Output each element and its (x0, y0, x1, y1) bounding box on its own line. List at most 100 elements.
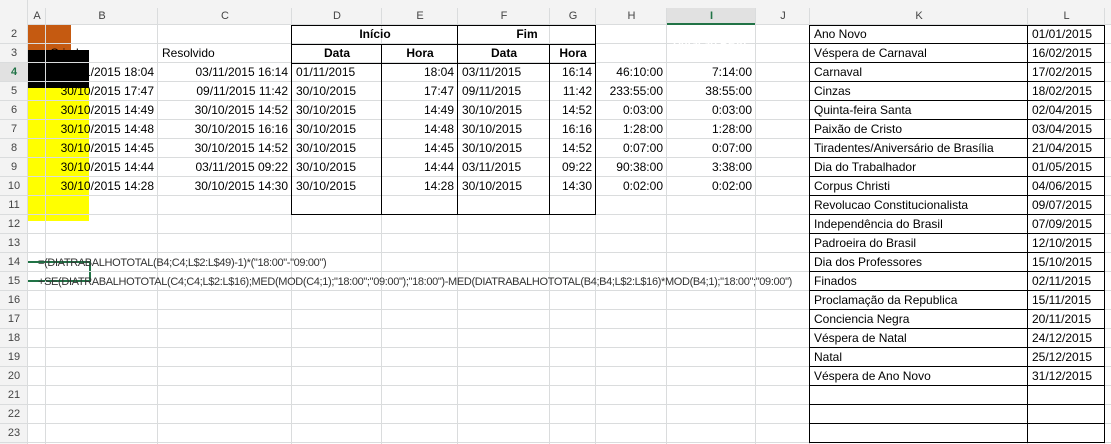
column-header-i[interactable]: I (667, 8, 756, 25)
cell-hora-fim[interactable]: 14:30 (550, 177, 596, 196)
cell-criado[interactable]: 30/10/2015 14:45 (46, 139, 158, 158)
cell-duracao[interactable]: 0:03:00 (596, 101, 667, 120)
holiday-name[interactable]: Dia do Trabalhador (810, 158, 1028, 177)
column-header-a[interactable]: A (28, 8, 46, 25)
cell-hora-fim[interactable]: 11:42 (550, 82, 596, 101)
cell-resolvido[interactable]: 30/10/2015 14:52 (158, 139, 292, 158)
row-header-8[interactable]: 8 (0, 139, 28, 158)
holiday-name[interactable]: Proclamação da Republica (810, 291, 1028, 310)
holiday-date[interactable]: 25/12/2015 (1028, 348, 1105, 367)
column-header-c[interactable]: C (158, 8, 292, 25)
holiday-name[interactable]: Ano Novo (810, 25, 1028, 44)
cell-criado[interactable]: 01/11/2015 18:04 (46, 63, 158, 82)
cell-hora-ini[interactable]: 14:28 (382, 177, 458, 196)
holiday-date[interactable]: 04/06/2015 (1028, 177, 1105, 196)
holiday-date[interactable]: 18/02/2015 (1028, 82, 1105, 101)
cell-hora-ini[interactable]: 14:48 (382, 120, 458, 139)
holiday-name[interactable]: Véspera de Natal (810, 329, 1028, 348)
row-header-4[interactable]: 4 (0, 63, 28, 82)
row-header-7[interactable]: 7 (0, 120, 28, 139)
holiday-date[interactable]: 07/09/2015 (1028, 215, 1105, 234)
cell-data-fim[interactable]: 03/11/2015 (458, 158, 550, 177)
cell-criado[interactable]: 30/10/2015 17:47 (46, 82, 158, 101)
holiday-name[interactable]: Carnaval (810, 63, 1028, 82)
holiday-date[interactable]: 17/02/2015 (1028, 63, 1105, 82)
cell-duracao[interactable]: 0:07:00 (596, 139, 667, 158)
cell-hora-fim[interactable]: 16:14 (550, 63, 596, 82)
cell-data-fim[interactable]: 30/10/2015 (458, 139, 550, 158)
cell-data-fim[interactable]: 03/11/2015 (458, 63, 550, 82)
column-header-h[interactable]: H (596, 8, 667, 25)
cell-criado[interactable]: 30/10/2015 14:28 (46, 177, 158, 196)
cell-real[interactable]: 0:07:00 (667, 139, 756, 158)
holiday-name[interactable]: Finados (810, 272, 1028, 291)
cell-data-fim[interactable]: 30/10/2015 (458, 101, 550, 120)
cell-duracao[interactable]: 1:28:00 (596, 120, 667, 139)
cell-real[interactable]: 38:55:00 (667, 82, 756, 101)
cell-real[interactable]: 0:02:00 (667, 177, 756, 196)
row-header-17[interactable]: 17 (0, 310, 28, 329)
holiday-date[interactable]: 01/01/2015 (1028, 25, 1105, 44)
cell-hora-fim[interactable]: 14:52 (550, 101, 596, 120)
row-header-20[interactable]: 20 (0, 367, 28, 386)
holiday-name[interactable]: Natal (810, 348, 1028, 367)
row-header-21[interactable]: 21 (0, 386, 28, 405)
cell-resolvido[interactable]: 03/11/2015 09:22 (158, 158, 292, 177)
cell-data-ini[interactable]: 01/11/2015 (292, 63, 382, 82)
cell-hora-ini[interactable]: 14:49 (382, 101, 458, 120)
holiday-date[interactable]: 03/04/2015 (1028, 120, 1105, 139)
holiday-name[interactable]: Corpus Christi (810, 177, 1028, 196)
cell-hora-ini[interactable]: 14:45 (382, 139, 458, 158)
row-header-3[interactable]: 3 (0, 44, 28, 63)
cell-real[interactable]: 7:14:00 (667, 63, 756, 82)
row-header-15[interactable]: 15 (0, 272, 28, 291)
holiday-name[interactable]: Padroeira do Brasil (810, 234, 1028, 253)
row-header-5[interactable]: 5 (0, 82, 28, 101)
holiday-name[interactable]: Cinzas (810, 82, 1028, 101)
cell-resolvido[interactable]: 30/10/2015 14:30 (158, 177, 292, 196)
holiday-name[interactable]: Paixão de Cristo (810, 120, 1028, 139)
column-header-b[interactable]: B (46, 8, 158, 25)
holiday-name[interactable]: Véspera de Ano Novo (810, 367, 1028, 386)
row-header-16[interactable]: 16 (0, 291, 28, 310)
row-header-22[interactable]: 22 (0, 405, 28, 424)
column-header-d[interactable]: D (292, 8, 382, 25)
holiday-date[interactable]: 02/04/2015 (1028, 101, 1105, 120)
holiday-date[interactable]: 01/05/2015 (1028, 158, 1105, 177)
holiday-date[interactable]: 16/02/2015 (1028, 44, 1105, 63)
holiday-date[interactable]: 24/12/2015 (1028, 329, 1105, 348)
cell-data-ini[interactable]: 30/10/2015 (292, 82, 382, 101)
cell-hora-fim[interactable]: 14:52 (550, 139, 596, 158)
cell-duracao[interactable]: 0:02:00 (596, 177, 667, 196)
row-header-19[interactable]: 19 (0, 348, 28, 367)
row-header-13[interactable]: 13 (0, 234, 28, 253)
cell-duracao[interactable]: 46:10:00 (596, 63, 667, 82)
cell-duracao[interactable]: 233:55:00 (596, 82, 667, 101)
cell-real[interactable]: 3:38:00 (667, 158, 756, 177)
row-header-6[interactable]: 6 (0, 101, 28, 120)
row-header-23[interactable]: 23 (0, 424, 28, 443)
cell-data-fim[interactable]: 09/11/2015 (458, 82, 550, 101)
row-header-11[interactable]: 11 (0, 196, 28, 215)
holiday-date[interactable]: 31/12/2015 (1028, 367, 1105, 386)
column-header-k[interactable]: K (810, 8, 1028, 25)
cell-hora-ini[interactable]: 17:47 (382, 82, 458, 101)
holiday-name[interactable]: Independência do Brasil (810, 215, 1028, 234)
cell-data-ini[interactable]: 30/10/2015 (292, 120, 382, 139)
row-header-9[interactable]: 9 (0, 158, 28, 177)
cell-criado[interactable]: 30/10/2015 14:48 (46, 120, 158, 139)
column-header-g[interactable]: G (550, 8, 596, 25)
holiday-name[interactable]: Tiradentes/Aniversário de Brasília (810, 139, 1028, 158)
cell-resolvido[interactable]: 30/10/2015 16:16 (158, 120, 292, 139)
cell-data-ini[interactable]: 30/10/2015 (292, 177, 382, 196)
column-header-f[interactable]: F (458, 8, 550, 25)
cell-duracao[interactable]: 90:38:00 (596, 158, 667, 177)
holiday-date[interactable]: 15/11/2015 (1028, 291, 1105, 310)
cell-hora-ini[interactable]: 18:04 (382, 63, 458, 82)
holiday-name[interactable]: Dia dos Professores (810, 253, 1028, 272)
holiday-date[interactable]: 02/11/2015 (1028, 272, 1105, 291)
holiday-name[interactable]: Véspera de Carnaval (810, 44, 1028, 63)
row-header-18[interactable]: 18 (0, 329, 28, 348)
cell-data-ini[interactable]: 30/10/2015 (292, 158, 382, 177)
cell-data-fim[interactable]: 30/10/2015 (458, 177, 550, 196)
